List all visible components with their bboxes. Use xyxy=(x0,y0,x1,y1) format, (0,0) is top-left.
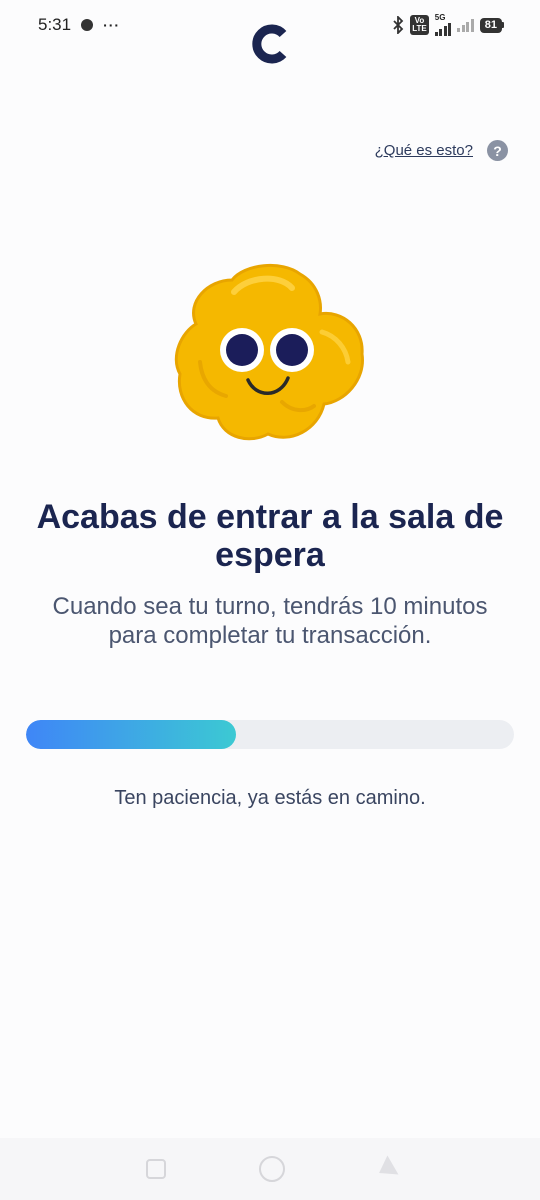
page-title: Acabas de entrar a la sala de espera xyxy=(36,498,504,574)
volte-icon: Vo LTE xyxy=(410,15,429,35)
help-icon[interactable]: ? xyxy=(487,140,508,161)
progress-bar xyxy=(26,720,514,749)
battery-icon: 81 xyxy=(479,17,504,33)
bluetooth-icon xyxy=(393,16,404,34)
more-notifications-icon: ··· xyxy=(103,17,121,33)
chat-icon xyxy=(81,19,94,31)
home-button[interactable] xyxy=(258,1156,285,1182)
volte-bottom: LTE xyxy=(412,24,427,33)
battery-tip xyxy=(502,22,504,28)
status-right: Vo LTE 5G 81 xyxy=(392,14,504,36)
status-left: 5:31 ··· xyxy=(38,15,120,35)
signal-secondary-icon xyxy=(457,18,474,32)
battery-level: 81 xyxy=(479,17,502,33)
signal-5g: 5G xyxy=(434,13,452,36)
signal-icon xyxy=(434,22,452,36)
help-row: ¿Qué es esto? ? xyxy=(375,140,508,161)
network-type: 5G xyxy=(434,13,446,22)
page-subtitle: Cuando sea tu turno, tendrás 10 minutos … xyxy=(52,593,488,649)
mascot-icon xyxy=(172,262,368,444)
recent-apps-button[interactable] xyxy=(146,1159,167,1179)
what-is-this-link[interactable]: ¿Qué es esto? xyxy=(375,142,473,159)
back-button[interactable] xyxy=(373,1155,399,1183)
patience-message: Ten paciencia, ya estás en camino. xyxy=(114,787,426,809)
progress-fill xyxy=(26,720,236,749)
system-nav-bar xyxy=(0,1138,540,1200)
status-time: 5:31 xyxy=(38,15,72,34)
logo-icon xyxy=(250,24,290,64)
